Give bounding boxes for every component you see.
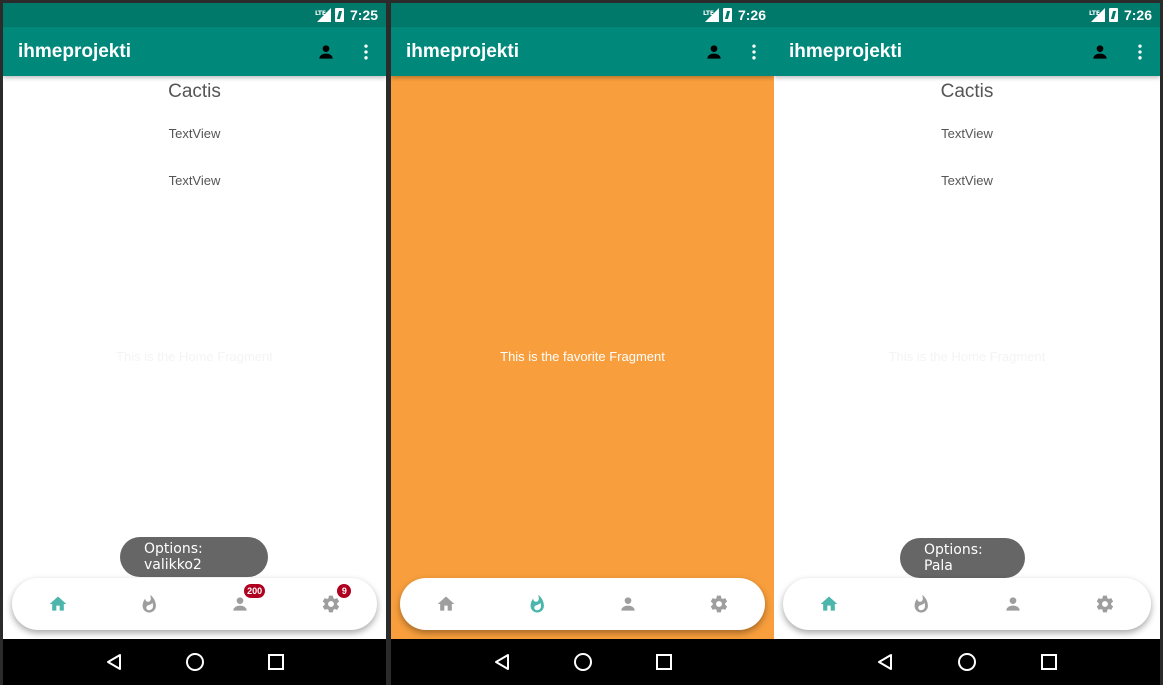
nav-item-settings[interactable]	[689, 584, 749, 624]
home-nav-button[interactable]	[568, 647, 598, 677]
lte-signal-icon: LTE	[703, 8, 719, 22]
system-navigation-bar	[3, 639, 386, 685]
back-button[interactable]	[99, 647, 129, 677]
toast-message: Options: Pala	[900, 538, 1025, 578]
nav-item-favorite[interactable]	[507, 584, 567, 624]
account-button[interactable]	[694, 32, 734, 72]
lte-signal-icon: LTE	[315, 8, 331, 22]
overflow-menu-button[interactable]	[734, 32, 774, 72]
phone-screen-favorite: LTE 7:26 ihmeprojekti This is the favori…	[391, 3, 774, 685]
heading-text: Cactis	[940, 81, 994, 102]
recents-square-icon	[267, 654, 284, 670]
fragment-label: This is the Home Fragment	[888, 349, 1046, 364]
text-view-2: TextView	[941, 173, 993, 188]
overflow-menu-button[interactable]	[346, 32, 386, 72]
favorite-fragment: This is the favorite Fragment	[391, 76, 774, 639]
fragment-label: This is the favorite Fragment	[500, 349, 665, 364]
text-view-1: TextView	[941, 126, 993, 141]
flame-icon	[914, 594, 928, 613]
person-icon	[621, 597, 635, 611]
status-time: 7:25	[349, 7, 378, 23]
nav-item-home[interactable]	[799, 584, 859, 624]
flame-icon	[142, 594, 156, 613]
notification-badge: 200	[244, 584, 266, 598]
status-bar: LTE 7:25	[3, 3, 386, 27]
battery-charging-icon	[1108, 8, 1118, 22]
more-vert-icon	[752, 44, 756, 59]
app-title: ihmeprojekti	[406, 40, 519, 62]
nav-item-favorite[interactable]	[119, 584, 179, 624]
person-icon	[1093, 44, 1107, 59]
bottom-navigation: 200 9	[12, 578, 377, 630]
svg-text:LTE: LTE	[1089, 10, 1100, 17]
nav-item-profile[interactable]	[598, 584, 658, 624]
home-nav-button[interactable]	[952, 647, 982, 677]
app-bar: ihmeprojekti	[3, 27, 386, 76]
account-button[interactable]	[306, 32, 346, 72]
recents-button[interactable]	[261, 647, 291, 677]
gear-icon	[323, 595, 340, 613]
phone-screen-home-1: LTE 7:25 ihmeprojekti Cactis TextView Te…	[3, 3, 386, 685]
text-view-2: TextView	[168, 173, 221, 188]
phone-screen-home-2: LTE 7:26 ihmeprojekti Cactis TextView Te…	[774, 3, 1160, 685]
recents-square-icon	[1041, 654, 1057, 670]
battery-charging-icon	[334, 8, 344, 22]
home-icon	[49, 596, 66, 611]
system-navigation-bar	[774, 639, 1160, 685]
flame-icon	[530, 594, 544, 613]
bottom-navigation	[400, 578, 765, 630]
recents-square-icon	[655, 654, 672, 670]
home-circle-icon	[573, 653, 592, 671]
home-circle-icon	[185, 653, 204, 671]
more-vert-icon	[1138, 44, 1142, 59]
status-time: 7:26	[1123, 7, 1152, 23]
overflow-menu-button[interactable]	[1120, 32, 1160, 72]
home-circle-icon	[958, 653, 976, 671]
more-vert-icon	[364, 44, 368, 59]
text-view-1: TextView	[168, 126, 221, 141]
notification-badge: 9	[337, 584, 352, 598]
home-nav-button[interactable]	[180, 647, 210, 677]
fragment-label: This is the Home Fragment	[116, 349, 273, 364]
status-bar: LTE 7:26	[391, 3, 774, 27]
status-bar: LTE 7:26	[774, 3, 1160, 27]
recents-button[interactable]	[649, 647, 679, 677]
system-navigation-bar	[391, 639, 774, 685]
nav-item-profile[interactable]: 200	[210, 584, 270, 624]
nav-item-settings[interactable]: 9	[301, 584, 361, 624]
heading-text: Cactis	[168, 81, 221, 102]
person-icon	[1006, 597, 1020, 611]
screenshot-stage: LTE 7:25 ihmeprojekti Cactis TextView Te…	[0, 0, 1163, 685]
status-time: 7:26	[737, 7, 766, 23]
app-bar: ihmeprojekti	[391, 27, 774, 76]
nav-item-settings[interactable]	[1075, 584, 1135, 624]
home-icon	[437, 596, 454, 611]
svg-text:LTE: LTE	[703, 10, 714, 17]
bottom-navigation	[783, 578, 1151, 630]
lte-signal-icon: LTE	[1089, 8, 1105, 22]
gear-icon	[711, 595, 728, 613]
recents-button[interactable]	[1034, 647, 1064, 677]
account-button[interactable]	[1080, 32, 1120, 72]
home-icon	[820, 596, 838, 611]
app-title: ihmeprojekti	[789, 40, 902, 62]
person-icon	[319, 44, 333, 59]
person-icon	[707, 44, 721, 59]
nav-item-favorite[interactable]	[891, 584, 951, 624]
app-bar: ihmeprojekti	[774, 27, 1160, 76]
back-button[interactable]	[487, 647, 517, 677]
svg-text:LTE: LTE	[315, 10, 326, 17]
gear-icon	[1096, 595, 1114, 613]
back-button[interactable]	[870, 647, 900, 677]
nav-item-home[interactable]	[416, 584, 476, 624]
back-triangle-icon	[878, 654, 892, 670]
nav-item-profile[interactable]	[983, 584, 1043, 624]
back-triangle-icon	[106, 654, 121, 670]
battery-charging-icon	[722, 8, 732, 22]
nav-item-home[interactable]	[28, 584, 88, 624]
toast-message: Options: valikko2	[120, 537, 268, 577]
app-title: ihmeprojekti	[18, 40, 131, 62]
back-triangle-icon	[494, 654, 509, 670]
